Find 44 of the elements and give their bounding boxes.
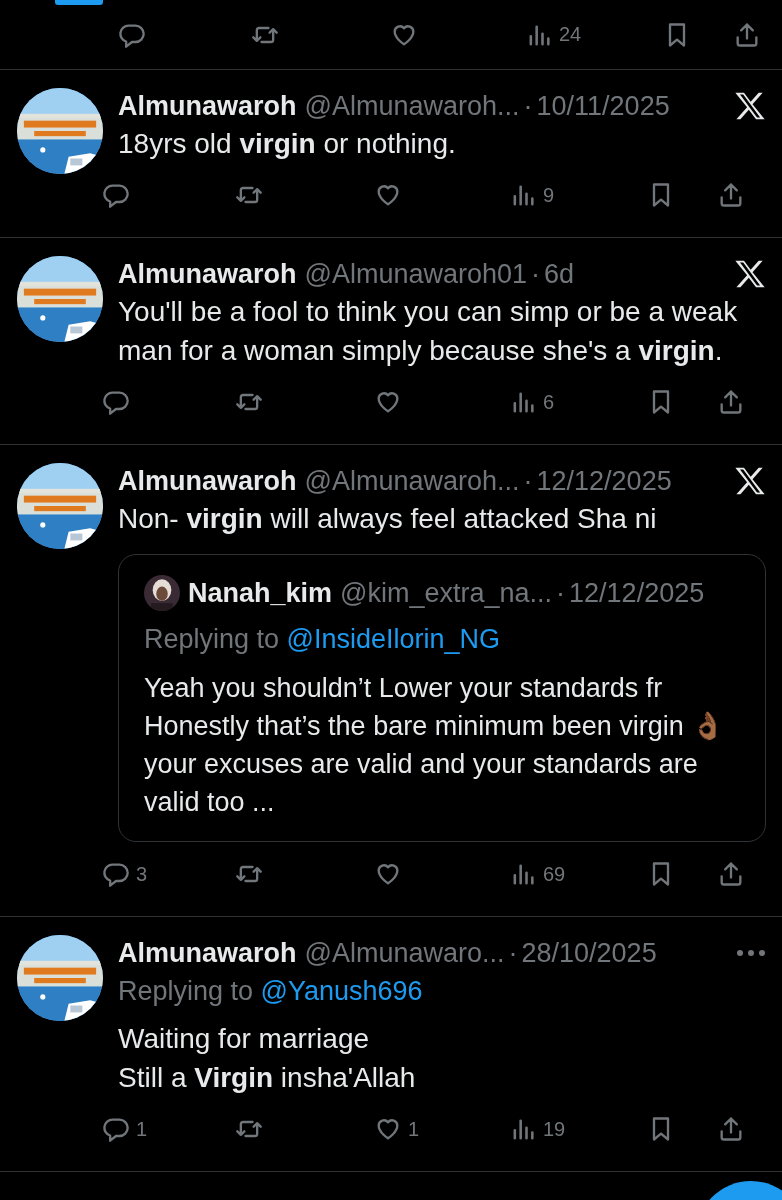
- mention-link[interactable]: @Yanush696: [260, 976, 423, 1006]
- tab-indicator: [55, 0, 103, 5]
- replying-to-text: Replying to @Yanush696: [118, 975, 424, 1008]
- author-handle[interactable]: @kim_extra_na...: [340, 575, 553, 611]
- views-button[interactable]: 24: [525, 20, 582, 49]
- post-date[interactable]: 12/12/2025: [569, 575, 705, 611]
- post-text: Waiting for marriage: [118, 1022, 371, 1056]
- author-name[interactable]: Almunawaroh: [118, 463, 297, 499]
- separator-dot: ·: [531, 258, 541, 291]
- reply-button[interactable]: 3: [102, 860, 148, 888]
- separator-dot: ·: [556, 577, 566, 610]
- post-text: 18yrs old virgin or nothing.: [118, 127, 457, 161]
- separator-dot: ·: [523, 465, 533, 498]
- x-logo-icon[interactable]: [734, 91, 766, 121]
- views-button[interactable]: 19: [509, 1115, 566, 1143]
- author-handle[interactable]: @Almunawaroh01: [304, 256, 528, 292]
- more-icon[interactable]: [736, 949, 766, 957]
- like-button[interactable]: 1: [374, 1115, 420, 1143]
- post-date[interactable]: 10/11/2025: [536, 88, 670, 124]
- post-text: Yeah you shouldn’t Lower your standards fr Honestly that’s the bare minimum been virgin 👌🏾 your excuses are valid and your standards are valid too ...: [144, 672, 727, 819]
- reply-button[interactable]: 1: [102, 1115, 148, 1143]
- quoted-post[interactable]: [118, 554, 766, 842]
- replying-to-text: Replying to @InsideIlorin_NG: [144, 623, 502, 656]
- views-button[interactable]: 9: [509, 181, 555, 209]
- post-text: Still a Virgin insha'Allah: [118, 1061, 417, 1095]
- author-name[interactable]: Almunawaroh: [118, 935, 297, 971]
- author-name[interactable]: Nanah_kim: [188, 575, 333, 611]
- post-date[interactable]: 12/12/2025: [536, 463, 672, 499]
- author-name[interactable]: Almunawaroh: [118, 256, 297, 292]
- author-handle[interactable]: @Almunawaro...: [304, 935, 505, 971]
- post-text: You'll be a fool to think you can simp or be a weak man for a woman simply because she's a virgin.: [118, 295, 739, 368]
- views-button[interactable]: 69: [509, 860, 566, 888]
- x-logo-icon[interactable]: [734, 259, 766, 289]
- post-date[interactable]: 6d: [544, 256, 575, 292]
- mention-link[interactable]: @InsideIlorin_NG: [286, 624, 501, 654]
- separator-dot: ·: [508, 937, 518, 970]
- post-text: Non- virgin will always feel attacked Sha ni: [118, 502, 658, 536]
- author-handle[interactable]: @Almunawaroh...: [304, 463, 520, 499]
- post-date[interactable]: 28/10/2025: [521, 935, 657, 971]
- views-button[interactable]: 6: [509, 388, 555, 416]
- author-name[interactable]: Almunawaroh: [118, 88, 297, 124]
- author-handle[interactable]: @Almunawaroh...: [304, 88, 520, 124]
- separator-dot: ·: [523, 90, 533, 123]
- x-logo-icon[interactable]: [734, 466, 766, 496]
